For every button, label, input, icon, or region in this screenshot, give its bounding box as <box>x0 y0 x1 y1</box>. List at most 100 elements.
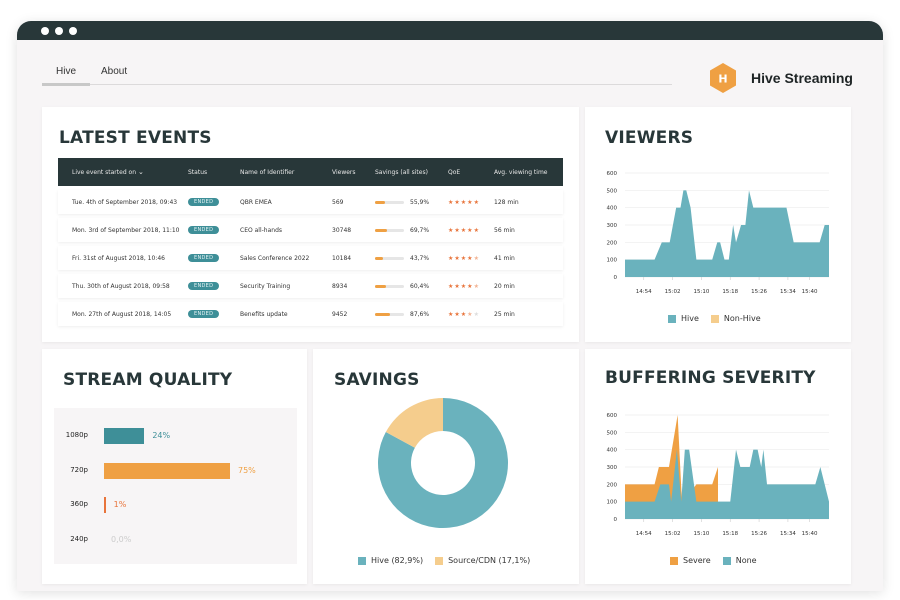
tab-about[interactable]: About <box>101 66 127 77</box>
stream-quality-chart: 1080p 24% 720p 75% 360p 1% 240p 0,0% <box>54 408 297 564</box>
avg-viewing-time: 20 min <box>494 282 515 290</box>
table-row[interactable]: Mon. 27th of August 2018, 14:05 ENDED Bene… <box>58 302 563 326</box>
savings-progress-bar <box>375 284 404 288</box>
brand[interactable]: H Hive Streaming <box>710 63 853 93</box>
stream-quality-title: STREAM QUALITY <box>63 370 233 390</box>
series-area-hive <box>625 190 829 277</box>
x-tick-label: 15:40 <box>802 289 818 295</box>
y-tick-label: 300 <box>607 223 618 229</box>
event-started: Fri. 31st of August 2018, 10:46 <box>72 254 165 262</box>
savings-progress-bar <box>375 228 404 232</box>
event-viewers: 10184 <box>332 254 352 262</box>
savings-card: SAVINGS Hive (82,9%) Source/CDN (17,1%) <box>313 349 579 584</box>
table-row[interactable]: Tue. 4th of September 2018, 09:43 ENDED QB… <box>58 190 563 214</box>
savings-progress-fill <box>375 200 385 204</box>
legend-item-severe[interactable]: Severe <box>670 556 711 565</box>
legend-item-none[interactable]: None <box>722 556 757 565</box>
quality-bar[interactable] <box>104 428 145 444</box>
table-row[interactable]: Thu. 30th of August 2018, 09:58 ENDED Secu… <box>58 274 563 298</box>
viewers-legend: Hive Non-Hive <box>668 314 773 323</box>
quality-value-label: 24% <box>152 431 171 440</box>
qoe-rating: ★★★★★ <box>448 283 494 290</box>
savings-progress-bar <box>375 256 404 260</box>
title-bar <box>17 21 883 40</box>
status-badge: ENDED <box>188 226 220 234</box>
column-header-qoe[interactable]: QoE <box>448 169 494 176</box>
star-icon: ★ <box>473 282 480 290</box>
legend-swatch <box>358 556 366 565</box>
column-header-name[interactable]: Name of Identifier <box>240 169 332 176</box>
legend-swatch <box>710 314 719 323</box>
event-viewers: 30748 <box>332 226 352 234</box>
event-name: Security Training <box>240 282 291 290</box>
column-header-avg-time[interactable]: Avg. viewing time <box>494 169 563 176</box>
event-viewers: 8934 <box>332 282 348 290</box>
y-tick-label: 0 <box>614 517 618 523</box>
savings-progress-fill <box>375 284 386 288</box>
status-cell: ENDED <box>188 310 240 318</box>
table-row[interactable]: Fri. 31st of August 2018, 10:46 ENDED Sale… <box>58 246 563 270</box>
star-icon: ★ <box>467 310 474 318</box>
x-tick-label: 15:02 <box>665 289 681 295</box>
top-nav: Hive About <box>42 66 672 86</box>
y-tick-label: 0 <box>614 275 618 281</box>
event-viewers: 9452 <box>332 310 348 318</box>
status-badge: ENDED <box>188 254 220 262</box>
savings-progress-bar <box>375 200 404 204</box>
legend-item-source-cdn[interactable]: Source/CDN (17,1%) <box>435 556 530 565</box>
quality-row: 720p 75% <box>54 461 297 481</box>
x-tick-label: 15:10 <box>693 289 709 295</box>
column-header-savings[interactable]: Savings (all sites) <box>375 169 448 176</box>
qoe-rating: ★★★★★ <box>448 311 494 318</box>
x-tick-label: 15:26 <box>751 531 767 537</box>
browser-window: Hive About H Hive Streaming LATEST EVENT… <box>17 21 883 591</box>
star-icon: ★ <box>473 310 480 318</box>
x-tick-label: 15:02 <box>665 531 681 537</box>
avg-viewing-time: 128 min <box>494 198 519 206</box>
y-tick-label: 100 <box>607 258 618 264</box>
status-badge: ENDED <box>188 310 220 318</box>
latest-events-title: LATEST EVENTS <box>59 128 212 148</box>
table-row[interactable]: Mon. 3rd of September 2018, 11:10 ENDED CE… <box>58 218 563 242</box>
savings-progress-fill <box>375 256 383 260</box>
savings-cell: 43,7% <box>375 255 448 262</box>
x-tick-label: 15:18 <box>722 531 738 537</box>
buffering-legend: Severe None <box>670 556 769 565</box>
x-tick-label: 15:10 <box>693 531 709 537</box>
quality-bar[interactable] <box>104 497 106 513</box>
column-header-status[interactable]: Status <box>188 169 240 176</box>
status-badge: ENDED <box>188 282 220 290</box>
y-tick-label: 200 <box>607 482 618 488</box>
quality-value-label: 75% <box>238 465 256 475</box>
savings-value: 87,6% <box>410 310 430 318</box>
event-started: Tue. 4th of September 2018, 09:43 <box>72 198 178 206</box>
legend-item-hive[interactable]: Hive (82,9%) <box>358 556 423 565</box>
legend-swatch <box>670 556 678 565</box>
event-name: CEO all-hands <box>240 226 283 234</box>
column-header-started[interactable]: Live event started on ⌄ <box>58 168 188 176</box>
quality-label: 360p <box>70 500 88 508</box>
legend-swatch <box>668 314 676 323</box>
event-started: Mon. 3rd of September 2018, 11:10 <box>72 226 180 234</box>
window-dot-icon[interactable] <box>69 27 77 35</box>
quality-bar[interactable] <box>104 462 230 479</box>
quality-value-label: 1% <box>113 500 127 509</box>
window-dot-icon[interactable] <box>41 27 49 35</box>
column-header-viewers[interactable]: Viewers <box>332 169 375 176</box>
logo-letter: H <box>718 73 727 86</box>
star-icon: ★ <box>467 254 474 262</box>
quality-label: 720p <box>70 465 88 474</box>
savings-progress-fill <box>375 312 391 316</box>
status-cell: ENDED <box>188 226 240 234</box>
event-viewers: 569 <box>332 198 344 206</box>
tab-hive[interactable]: Hive <box>56 66 76 77</box>
savings-progress-fill <box>375 228 388 232</box>
legend-item-non-hive[interactable]: Non-Hive <box>710 314 761 323</box>
status-cell: ENDED <box>188 198 240 206</box>
x-tick-label: 15:40 <box>802 531 818 537</box>
window-dot-icon[interactable] <box>55 27 63 35</box>
x-tick-label: 15:34 <box>780 289 796 295</box>
chevron-down-icon: ⌄ <box>137 168 144 176</box>
legend-item-hive[interactable]: Hive <box>668 314 699 323</box>
y-tick-label: 600 <box>607 171 618 177</box>
